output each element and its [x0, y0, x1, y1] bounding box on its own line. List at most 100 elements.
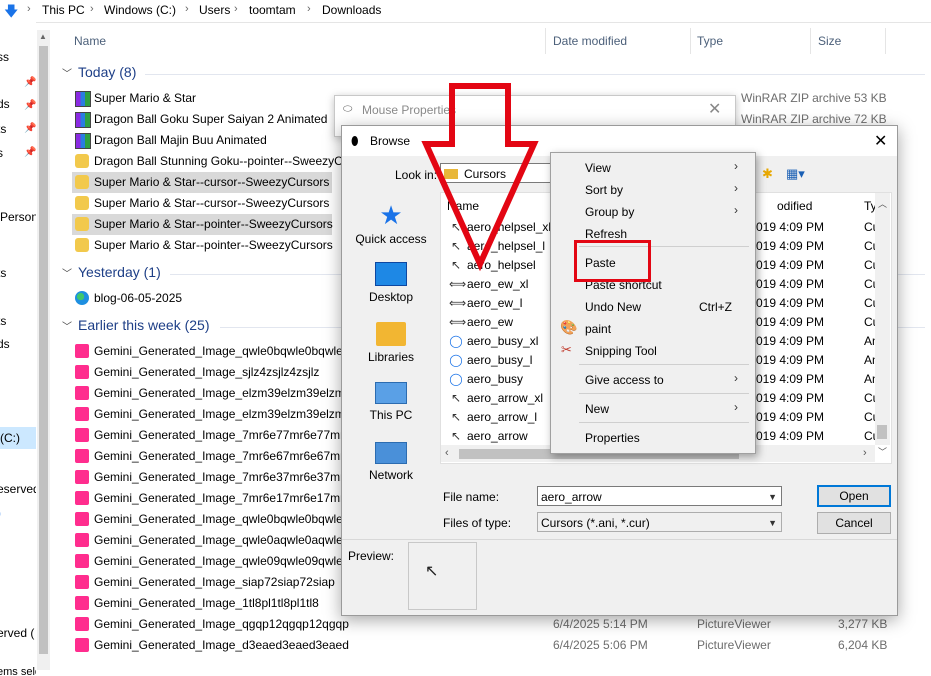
- scroll-up-icon[interactable]: ︿: [878, 197, 887, 210]
- nav-item[interactable]: ds: [0, 97, 10, 111]
- cursor-file[interactable]: ⟺aero_ew: [449, 315, 513, 329]
- nav-item[interactable]: ts: [0, 314, 6, 328]
- menu-item-paint[interactable]: paint: [585, 322, 611, 336]
- group-header-yesterday[interactable]: ﹀ Yesterday (1): [62, 264, 161, 280]
- cursor-file[interactable]: ⟺aero_ew_l: [449, 296, 522, 310]
- chevron-down-icon[interactable]: ▼: [768, 487, 777, 507]
- nav-item-drive-c[interactable]: (C:): [0, 427, 36, 449]
- file-row[interactable]: Dragon Ball Stunning Goku--pointer--Swee…: [72, 151, 376, 172]
- vertical-scrollbar[interactable]: [875, 193, 890, 445]
- file-row[interactable]: Gemini_Generated_Image_qwle09qwle09qwle: [72, 551, 343, 572]
- scroll-up-icon[interactable]: ▲: [39, 32, 47, 41]
- nav-item[interactable]: ): [0, 506, 1, 520]
- cursor-file[interactable]: ◯ aero_busy: [449, 372, 523, 386]
- new-folder-icon[interactable]: ✱: [762, 166, 773, 182]
- file-row[interactable]: Gemini_Generated_Image_elzm39elzm39elzm: [72, 404, 345, 425]
- menu-item-group-by[interactable]: Group by: [585, 205, 634, 219]
- close-icon[interactable]: ✕: [708, 99, 721, 119]
- nav-scrollbar-thumb[interactable]: [39, 46, 48, 654]
- place-network[interactable]: Network: [349, 442, 433, 482]
- file-row[interactable]: Gemini_Generated_Image_7mr6e67mr6e67mr6: [72, 446, 351, 467]
- column-divider[interactable]: [885, 28, 886, 54]
- chevron-down-icon[interactable]: ▼: [768, 513, 777, 533]
- chevron-right-icon: ›: [734, 159, 738, 173]
- column-divider[interactable]: [545, 28, 546, 54]
- nav-item[interactable]: Person: [0, 210, 36, 224]
- menu-item-properties[interactable]: Properties: [585, 431, 640, 445]
- cursor-file[interactable]: ◯ aero_busy_l: [449, 353, 532, 367]
- menu-item-undo-new[interactable]: Undo New: [585, 300, 641, 314]
- scroll-right-icon[interactable]: ›: [863, 447, 867, 459]
- view-menu-icon[interactable]: ▦▾: [786, 166, 805, 182]
- nav-item[interactable]: ss: [0, 50, 9, 64]
- scroll-left-icon[interactable]: ‹: [445, 447, 449, 459]
- place-libraries[interactable]: Libraries: [349, 322, 433, 364]
- breadcrumb-user[interactable]: toomtam: [249, 3, 296, 17]
- menu-item-sort-by[interactable]: Sort by: [585, 183, 623, 197]
- context-menu[interactable]: View › Sort by › Group by › Refresh Past…: [550, 152, 756, 454]
- column-header-type[interactable]: Type: [697, 34, 723, 48]
- cursor-file[interactable]: ↖ aero_arrow_l: [449, 410, 537, 424]
- image-file-icon: [75, 575, 89, 589]
- file-row[interactable]: Gemini_Generated_Image_qgqp12qgqp12qgqp: [72, 614, 349, 635]
- group-header-earlier[interactable]: ﹀ Earlier this week (25): [62, 317, 210, 333]
- nav-item[interactable]: ts: [0, 266, 6, 280]
- menu-item-new[interactable]: New: [585, 402, 609, 416]
- file-row[interactable]: Gemini_Generated_Image_elzm39elzm39elzm: [72, 383, 345, 404]
- file-row[interactable]: Super Mario & Star: [72, 88, 332, 109]
- file-row[interactable]: Gemini_Generated_Image_7mr6e17mr6e17mr6: [72, 488, 351, 509]
- close-icon[interactable]: ✕: [874, 131, 887, 151]
- column-divider[interactable]: [810, 28, 811, 54]
- column-header-date[interactable]: odified: [777, 199, 812, 213]
- cursor-file[interactable]: ↖ aero_arrow_xl: [449, 391, 543, 405]
- menu-item-snipping-tool[interactable]: Snipping Tool: [585, 344, 657, 358]
- file-row[interactable]: Gemini_Generated_Image_1tl8pl1tl8pl1tl8: [72, 593, 332, 614]
- file-row[interactable]: Gemini_Generated_Image_7mr6e37mr6e37mr6: [72, 467, 351, 488]
- cancel-button[interactable]: Cancel: [817, 512, 891, 534]
- file-row[interactable]: Gemini_Generated_Image_d3eaed3eaed3eaed: [72, 635, 349, 656]
- column-header-date[interactable]: Date modified: [553, 34, 627, 48]
- nav-item[interactable]: ts: [0, 122, 6, 136]
- menu-item-view[interactable]: View: [585, 161, 611, 175]
- vertical-scrollbar-thumb[interactable]: [877, 425, 887, 439]
- file-name-input[interactable]: aero_arrow ▼: [537, 486, 782, 506]
- nav-item[interactable]: ds: [0, 337, 10, 351]
- scroll-down-icon[interactable]: ﹀: [878, 445, 887, 458]
- file-row[interactable]: Gemini_Generated_Image_qwle0aqwle0aqwle: [72, 530, 343, 551]
- cursor-file[interactable]: ↖ aero_arrow: [449, 429, 528, 443]
- file-row[interactable]: Dragon Ball Majin Buu Animated: [72, 130, 332, 151]
- group-header-today[interactable]: ﹀ Today (8): [62, 64, 136, 80]
- file-row[interactable]: blog-06-05-2025: [72, 288, 332, 309]
- navigation-pane[interactable]: ss ds 📌 📌 ts 📌 s 📌 Person ts ts ds (C:) …: [0, 22, 36, 676]
- image-file-icon: [75, 512, 89, 526]
- breadcrumb-users[interactable]: Users: [199, 3, 230, 17]
- address-bar[interactable]: 🡇 › This PC › Windows (C:) › Users › too…: [0, 0, 931, 23]
- nav-item[interactable]: s: [0, 146, 3, 160]
- file-row[interactable]: Gemini_Generated_Image_qwle0bqwle0bqwle: [72, 509, 343, 530]
- file-row[interactable]: Gemini_Generated_Image_7mr6e77mr6e77mr6: [72, 425, 351, 446]
- place-this-pc[interactable]: This PC: [349, 382, 433, 422]
- file-row[interactable]: Super Mario & Star--cursor--SweezyCursor…: [72, 172, 332, 193]
- breadcrumb-drive[interactable]: Windows (C:): [104, 3, 176, 17]
- menu-item-refresh[interactable]: Refresh: [585, 227, 627, 241]
- breadcrumb-downloads[interactable]: Downloads: [322, 3, 381, 17]
- file-row[interactable]: Super Mario & Star--cursor--SweezyCursor…: [72, 193, 332, 214]
- column-header-name[interactable]: Name: [74, 34, 106, 48]
- menu-item-give-access[interactable]: Give access to: [585, 373, 664, 387]
- cursor-file[interactable]: ⟺aero_ew_xl: [449, 277, 528, 291]
- file-row[interactable]: Gemini_Generated_Image_qwle0bqwle0bqwle: [72, 341, 343, 362]
- file-row[interactable]: Super Mario & Star--pointer--SweezyCurso…: [72, 235, 333, 256]
- breadcrumb-this-pc[interactable]: This PC: [42, 3, 85, 17]
- open-button[interactable]: Open: [817, 485, 891, 507]
- file-row[interactable]: Super Mario & Star--pointer--SweezyCurso…: [72, 214, 333, 235]
- column-header-size[interactable]: Size: [818, 34, 841, 48]
- nav-item[interactable]: erved (: [0, 626, 34, 640]
- nav-item[interactable]: eserved: [0, 482, 36, 496]
- file-row[interactable]: Gemini_Generated_Image_sjlz4zsjlz4zsjlz: [72, 362, 332, 383]
- file-row[interactable]: Dragon Ball Goku Super Saiyan 2 Animated: [72, 109, 332, 130]
- file-row[interactable]: Gemini_Generated_Image_siap72siap72siap: [72, 572, 335, 593]
- column-divider[interactable]: [690, 28, 691, 54]
- files-of-type-dropdown[interactable]: Cursors (*.ani, *.cur) ▼: [537, 512, 782, 532]
- annotation-down-arrow: [421, 83, 539, 272]
- cursor-file[interactable]: ◯ aero_busy_xl: [449, 334, 538, 348]
